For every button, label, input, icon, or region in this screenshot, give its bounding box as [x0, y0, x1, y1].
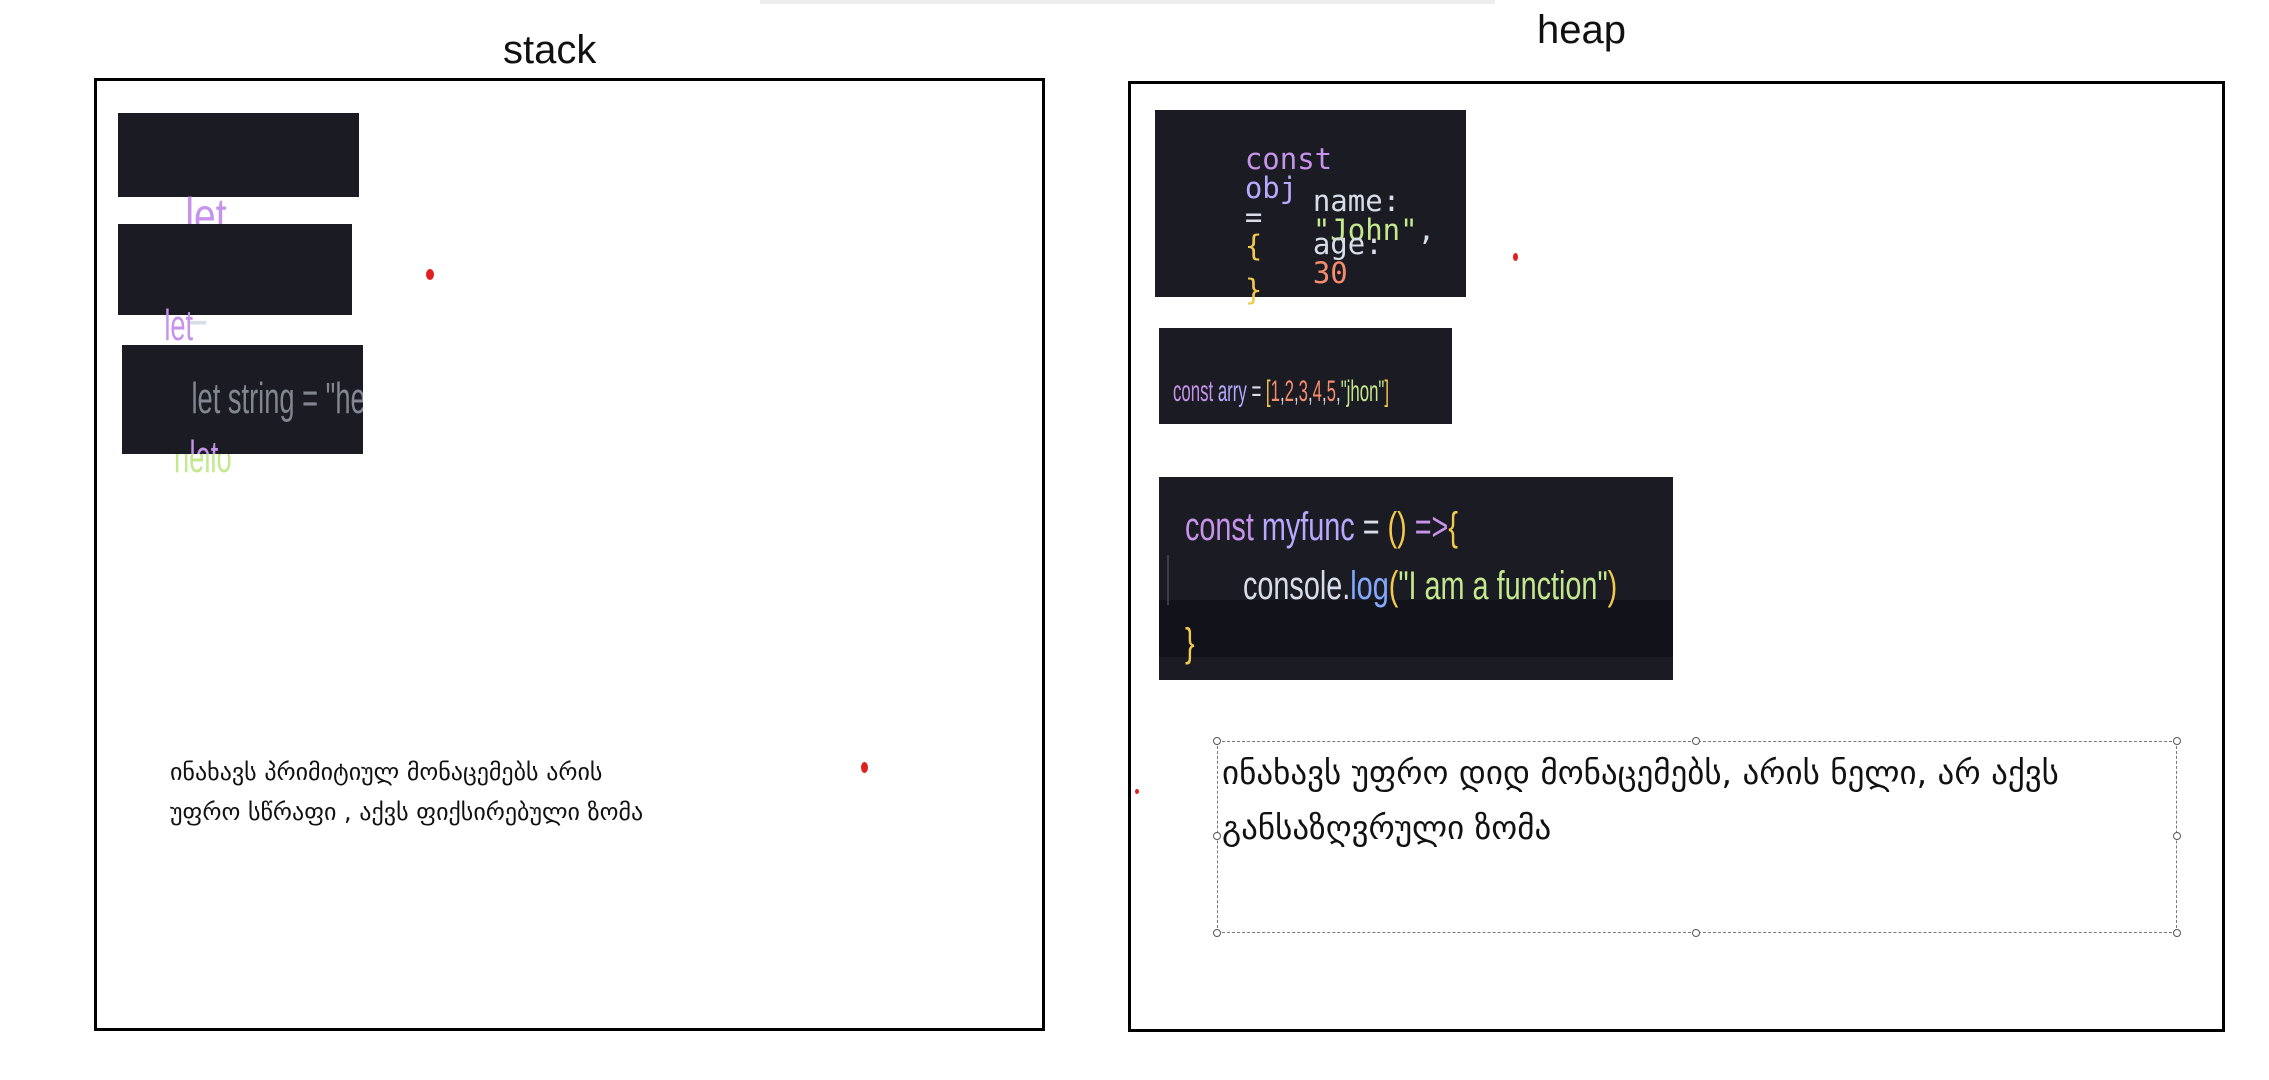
token-number: 30 [1312, 256, 1348, 290]
token-colon: : [1365, 227, 1383, 261]
stack-description-line: ინახავს პრიმიტიულ მონაცემებს არის [170, 758, 603, 786]
stack-description-line: უფრო სწრაფი , აქვს ფიქსირებული ზომა [170, 798, 644, 826]
token-number: 5 [1326, 375, 1337, 408]
token-identifier: arry [1218, 375, 1247, 408]
token-string: "jhon" [1340, 375, 1385, 408]
token-identifier: myfunc [1262, 505, 1356, 549]
resize-handle[interactable] [1213, 832, 1221, 840]
top-bar [760, 0, 1495, 4]
token-number: 4 [1312, 375, 1323, 408]
token-arrow: => [1415, 505, 1449, 549]
token-brace: { [1448, 505, 1459, 549]
token-number: 1 [1270, 375, 1281, 408]
code-boolean: let string = "hello" let boolean = false [122, 345, 363, 454]
token-paren: ) [1608, 564, 1618, 608]
token-operator: = [1363, 505, 1380, 549]
token-comma: , [1417, 213, 1436, 247]
token-object: console [1243, 564, 1343, 608]
code-object: const obj = { name: "John", age: 30 } [1155, 110, 1466, 305]
token-keyword: let [164, 301, 194, 350]
token-brace: } [1185, 621, 1195, 665]
token-keyword: const [1185, 505, 1255, 549]
token-keyword: const [1173, 375, 1214, 408]
resize-handle[interactable] [1692, 737, 1700, 745]
token-keyword: let [190, 432, 219, 455]
token-parens: () [1387, 505, 1408, 549]
code-function: const myfunc = () =>{ console.log("I am … [1159, 477, 1673, 680]
heap-description-line: განსაზღვრული ზომა [1222, 808, 1552, 847]
resize-handle[interactable] [1692, 929, 1700, 937]
token-number: 2 [1284, 375, 1295, 408]
resize-handle[interactable] [2173, 832, 2181, 840]
token-brace: } [1244, 273, 1263, 307]
heap-title: heap [1537, 8, 1626, 52]
token-operator: = [1251, 375, 1262, 408]
token-string: "I am a function" [1398, 564, 1609, 608]
resize-handle[interactable] [1213, 737, 1221, 745]
marker-dot [426, 269, 434, 280]
stack-description: ინახავს პრიმიტიულ მონაცემებს არის უფრო ს… [170, 752, 643, 832]
marker-dot [1513, 253, 1518, 261]
token-bracket: ] [1384, 375, 1390, 408]
token-number: 3 [1298, 375, 1309, 408]
heap-description[interactable]: ინახავს უფრო დიდ მონაცემებს, არის ნელი, … [1222, 745, 2059, 855]
resize-handle[interactable] [1213, 929, 1221, 937]
marker-dot [1135, 789, 1139, 794]
code-string: let string = "hello" [118, 224, 352, 480]
resize-handle[interactable] [2173, 929, 2181, 937]
code-num: let num = 0 [118, 113, 359, 391]
heap-description-line: ინახავს უფრო დიდ მონაცემებს, არის ნელი, … [1222, 753, 2059, 792]
code-array: const arry = [1,2,3,4,5,"jhon"] [1159, 328, 1452, 424]
marker-dot [861, 762, 868, 773]
resize-handle[interactable] [2173, 737, 2181, 745]
stack-title: stack [503, 28, 597, 72]
token-paren: ( [1389, 564, 1399, 608]
token-method: log [1350, 564, 1390, 608]
